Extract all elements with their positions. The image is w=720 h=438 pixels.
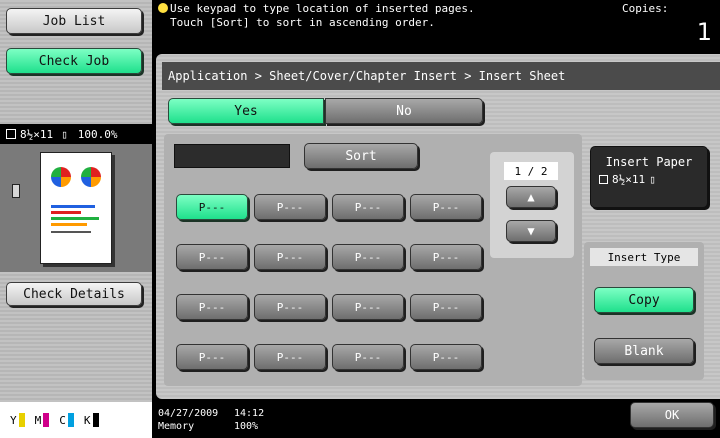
status-time: 14:12 [234,408,265,419]
page-button[interactable]: P--- [254,244,326,270]
sort-button[interactable]: Sort [304,143,418,169]
yes-toggle-button[interactable]: Yes [168,98,324,124]
page-button[interactable]: P--- [332,344,404,370]
page-button[interactable]: P--- [176,194,248,220]
insert-paper-button[interactable]: Insert Paper 8½×11 ▯ [590,146,708,208]
page-button[interactable]: P--- [176,344,248,370]
toner-label-k: K [83,413,91,427]
preview-paper-size: 8½×11 [20,127,54,141]
left-panel: Job List Check Job 8½×11 ▯ 100.0% Check … [0,0,152,438]
page-button[interactable]: P--- [332,244,404,270]
stack-icon [12,184,20,198]
text-line [51,205,95,208]
text-line [51,211,81,214]
text-line [51,231,91,233]
copies-value: 1 [696,18,712,46]
arrow-up-icon[interactable]: ▲ [506,186,556,208]
toner-label-c: C [59,413,66,427]
toner-label-y: Y [10,413,17,427]
breadcrumb: Application > Sheet/Cover/Chapter Insert… [162,62,720,90]
copies-label: Copies: [622,2,669,15]
preview-zoom: 100.0% [77,127,118,141]
document-icon [599,175,608,184]
pie-graphic-icon [51,167,71,187]
page-button[interactable]: P--- [176,244,248,270]
status-memory-value: 100% [234,421,259,432]
message-bar: Use keypad to type location of inserted … [152,0,720,50]
page-button[interactable]: P--- [254,344,326,370]
insert-paper-label: Insert Paper [605,155,693,169]
message-line-1: Use keypad to type location of inserted … [170,2,475,15]
pie-graphic-icon [81,167,101,187]
arrow-down-icon[interactable]: ▼ [506,220,556,242]
text-line [51,217,99,220]
page-button[interactable]: P--- [410,194,482,220]
ok-button[interactable]: OK [630,402,714,428]
toner-cyan-icon [67,413,74,427]
status-bar: 04/27/2009 14:12 Memory 100% OK [152,400,720,438]
preview-info-bar: 8½×11 ▯ 100.0% [0,124,152,144]
job-list-button[interactable]: Job List [6,8,142,34]
blank-button[interactable]: Blank [594,338,694,364]
text-line [51,223,87,226]
portrait-icon: ▯ [649,173,656,186]
portrait-icon: ▯ [61,127,68,141]
lightbulb-icon [158,3,168,13]
page-thumbnail [40,152,112,264]
page-indicator: 1 / 2 [504,162,558,180]
page-button[interactable]: P--- [332,294,404,320]
pager: 1 / 2 ▲ ▼ [490,152,574,258]
page-button[interactable]: P--- [332,194,404,220]
page-button[interactable]: P--- [410,344,482,370]
status-memory-label: Memory [158,421,195,432]
toner-yellow-icon [18,413,25,427]
toner-levels: Y M C K [0,402,152,438]
copy-button[interactable]: Copy [594,287,694,313]
insert-type-title: Insert Type [590,248,698,266]
preview-area [0,144,152,272]
page-button[interactable]: P--- [410,244,482,270]
check-job-button[interactable]: Check Job [6,48,142,74]
page-button[interactable]: P--- [254,194,326,220]
page-button[interactable]: P--- [176,294,248,320]
status-date: 04/27/2009 [158,408,219,419]
page-button[interactable]: P--- [410,294,482,320]
document-icon [6,129,16,139]
page-number-input[interactable] [174,144,290,168]
toner-label-m: M [34,413,42,427]
check-details-button[interactable]: Check Details [6,282,142,306]
toner-black-icon [92,413,99,427]
message-line-2: Touch [Sort] to sort in ascending order. [170,16,435,29]
page-button[interactable]: P--- [254,294,326,320]
insert-paper-size: 8½×11 [612,173,646,186]
toner-magenta-icon [43,413,50,427]
no-toggle-button[interactable]: No [325,98,483,124]
